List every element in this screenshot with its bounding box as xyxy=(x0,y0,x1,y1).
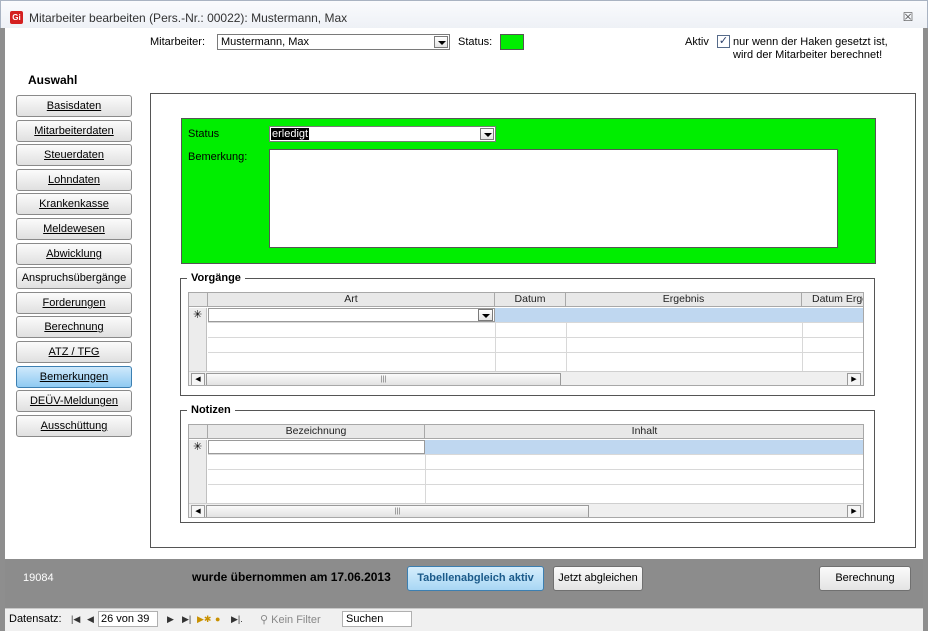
prev-record-icon[interactable]: ◀ xyxy=(87,614,94,625)
column-header-art[interactable]: Art xyxy=(208,293,495,307)
sidebar-item-abwicklung[interactable]: Abwicklung xyxy=(16,243,132,265)
more-nav-icon[interactable]: ▶|. xyxy=(231,614,243,625)
berechnung-button[interactable]: Berechnung xyxy=(819,566,911,591)
art-cell-input[interactable] xyxy=(208,308,495,322)
uebernommen-label: wurde übernommen am xyxy=(192,570,328,584)
new-row-highlight[interactable] xyxy=(425,440,863,454)
col-line xyxy=(802,322,803,371)
col-line xyxy=(566,322,567,371)
new-row-icon: ✳ xyxy=(193,441,203,453)
aktiv-label: Aktiv xyxy=(685,36,709,48)
status-section-label: Status xyxy=(188,128,220,140)
row-line xyxy=(208,484,863,485)
status-indicator xyxy=(500,34,524,50)
kein-filter-label: Kein Filter xyxy=(271,614,321,626)
filter-status[interactable]: ⚲ Kein Filter xyxy=(260,613,321,626)
sidebar-item-ausschuettung[interactable]: Ausschüttung xyxy=(16,415,132,437)
last-record-icon[interactable]: ▶| xyxy=(182,614,191,625)
bezeichnung-cell-input[interactable] xyxy=(208,440,425,454)
tabellenabgleich-button[interactable]: Tabellenabgleich aktiv xyxy=(407,566,544,591)
new-record-icon[interactable]: ▶✱ xyxy=(197,614,211,625)
vorgaenge-grid[interactable]: Art Datum Ergebnis Datum Erge ✳ ◀ ||| ▶ xyxy=(188,292,864,386)
scroll-left-icon[interactable]: ◀ xyxy=(191,373,205,385)
column-header-datum-ergebnis[interactable]: Datum Erge xyxy=(802,293,863,307)
col-line xyxy=(495,322,496,371)
search-input[interactable]: Suchen xyxy=(342,611,412,627)
mitarbeiter-value: Mustermann, Max xyxy=(221,36,310,48)
scroll-right-icon[interactable]: ▶ xyxy=(847,505,861,517)
aktiv-note-line1: nur wenn der Haken gesetzt ist, xyxy=(733,36,888,48)
new-row-highlight[interactable] xyxy=(495,308,863,322)
vorgaenge-title: Vorgänge xyxy=(187,272,245,284)
status-select[interactable]: erledigt xyxy=(269,126,496,142)
row-line xyxy=(208,337,863,338)
scroll-right-icon[interactable]: ▶ xyxy=(847,373,861,385)
first-record-icon[interactable]: |◀ xyxy=(71,614,80,625)
scroll-left-icon[interactable]: ◀ xyxy=(191,505,205,517)
sidebar-item-deuev-meldungen[interactable]: DEÜV-Meldungen xyxy=(16,390,132,412)
app-logo-icon: Gi xyxy=(10,11,23,24)
sidebar-title: Auswahl xyxy=(28,73,78,87)
chevron-down-icon[interactable] xyxy=(434,36,448,48)
horizontal-scrollbar[interactable]: ◀ ||| ▶ xyxy=(189,371,863,385)
notizen-title: Notizen xyxy=(187,404,235,416)
sidebar-item-meldewesen[interactable]: Meldewesen xyxy=(16,218,132,240)
new-row-icon: ✳ xyxy=(193,309,203,321)
footer-bar: 19084 wurde übernommen am 17.06.2013 Tab… xyxy=(5,559,923,608)
datensatz-label: Datensatz: xyxy=(9,613,62,625)
next-record-icon[interactable]: ▶ xyxy=(167,614,174,625)
status-select-value: erledigt xyxy=(271,128,310,140)
sidebar-item-basisdaten[interactable]: Basisdaten xyxy=(16,95,132,117)
bemerkung-textarea[interactable] xyxy=(269,149,838,248)
row-line xyxy=(208,454,863,455)
row-line xyxy=(208,322,863,323)
window-title: Mitarbeiter bearbeiten (Pers.-Nr.: 00022… xyxy=(29,11,348,25)
row-line xyxy=(208,352,863,353)
record-position-input[interactable]: 26 von 39 xyxy=(98,611,158,627)
mitarbeiter-select[interactable]: Mustermann, Max xyxy=(217,34,450,50)
aktiv-note: nur wenn der Haken gesetzt ist, wird der… xyxy=(733,36,888,62)
sidebar-item-anspruchsuebergaenge[interactable]: Anspruchsübergänge xyxy=(16,267,132,289)
employee-id: 19084 xyxy=(23,572,54,584)
sidebar-item-atz-tfg[interactable]: ATZ / TFG xyxy=(16,341,132,363)
column-header-inhalt[interactable]: Inhalt xyxy=(425,425,863,439)
bemerkung-label: Bemerkung: xyxy=(188,151,248,163)
sidebar-item-forderungen[interactable]: Forderungen xyxy=(16,292,132,314)
horizontal-scrollbar[interactable]: ◀ ||| ▶ xyxy=(189,503,863,517)
row-line xyxy=(208,469,863,470)
scroll-thumb[interactable]: ||| xyxy=(206,373,561,385)
notizen-grid[interactable]: Bezeichnung Inhalt ✳ ◀ ||| ▶ xyxy=(188,424,864,518)
sidebar-item-krankenkasse[interactable]: Krankenkasse xyxy=(16,193,132,215)
status-label: Status: xyxy=(458,36,493,48)
sidebar-item-bemerkungen[interactable]: Bemerkungen xyxy=(16,366,132,388)
column-header-bezeichnung[interactable]: Bezeichnung xyxy=(208,425,425,439)
scroll-thumb[interactable]: ||| xyxy=(206,505,589,517)
column-header-datum[interactable]: Datum xyxy=(495,293,566,307)
uebernommen-date: 17.06.2013 xyxy=(330,570,391,584)
delete-record-icon[interactable]: ● xyxy=(215,614,220,624)
record-navigation: Datensatz: |◀ ◀ 26 von 39 ▶ ▶| ▶✱ ● ▶|. … xyxy=(5,608,923,631)
chevron-down-icon[interactable] xyxy=(480,128,494,140)
close-icon[interactable]: ☒ xyxy=(901,10,915,24)
sidebar-item-lohndaten[interactable]: Lohndaten xyxy=(16,169,132,191)
col-line xyxy=(425,454,426,503)
aktiv-note-line2: wird der Mitarbeiter berechnet! xyxy=(733,49,883,61)
uebernommen-text: wurde übernommen am 17.06.2013 xyxy=(192,570,391,584)
mitarbeiter-label: Mitarbeiter: xyxy=(150,36,206,48)
sidebar-item-berechnung[interactable]: Berechnung xyxy=(16,316,132,338)
grid-corner xyxy=(189,293,208,307)
jetzt-abgleichen-button[interactable]: Jetzt abgleichen xyxy=(553,566,643,591)
sidebar-item-steuerdaten[interactable]: Steuerdaten xyxy=(16,144,132,166)
chevron-down-icon[interactable] xyxy=(478,309,493,321)
grid-corner xyxy=(189,425,208,439)
filter-icon: ⚲ xyxy=(260,614,272,626)
sidebar-item-mitarbeiterdaten[interactable]: Mitarbeiterdaten xyxy=(16,120,132,142)
title-bar: Gi Mitarbeiter bearbeiten (Pers.-Nr.: 00… xyxy=(0,0,928,28)
column-header-ergebnis[interactable]: Ergebnis xyxy=(566,293,802,307)
aktiv-checkbox[interactable]: ✓ xyxy=(717,35,730,48)
